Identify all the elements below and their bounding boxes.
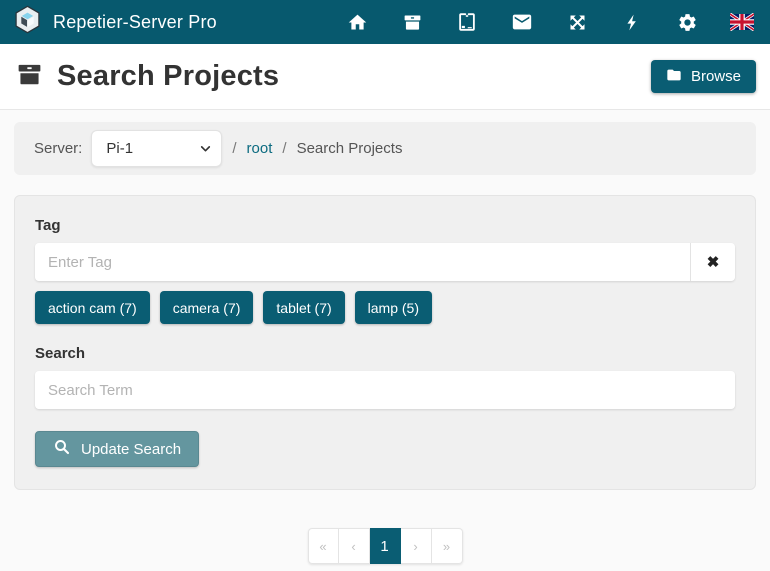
tag-button[interactable]: camera (7) <box>160 291 254 324</box>
archive-icon[interactable] <box>400 10 424 34</box>
mail-icon[interactable] <box>510 10 534 34</box>
app-logo <box>12 4 43 40</box>
pagination-page-1[interactable]: 1 <box>370 528 401 564</box>
top-navbar: Repetier-Server Pro <box>0 0 770 44</box>
browse-button-label: Browse <box>691 68 741 85</box>
clear-tag-button[interactable]: ✖ <box>690 243 735 281</box>
app-brand[interactable]: Repetier-Server Pro <box>12 4 217 40</box>
tag-input[interactable] <box>35 243 690 281</box>
pagination-prev[interactable]: ‹ <box>339 528 370 564</box>
language-flag-icon[interactable] <box>730 10 754 34</box>
tag-input-group: ✖ <box>35 243 735 281</box>
navbar-icons <box>345 10 754 34</box>
server-select[interactable]: Pi-1 <box>91 130 222 167</box>
pagination-last[interactable]: » <box>432 528 463 564</box>
home-icon[interactable] <box>345 10 369 34</box>
search-input[interactable] <box>35 371 735 409</box>
update-search-button[interactable]: Update Search <box>35 431 199 467</box>
breadcrumb-current: Search Projects <box>297 140 403 157</box>
tag-suggestions: action cam (7) camera (7) tablet (7) lam… <box>35 291 735 324</box>
browse-button[interactable]: Browse <box>651 60 756 93</box>
app-title: Repetier-Server Pro <box>53 12 217 33</box>
page-header: Search Projects Browse <box>0 44 770 110</box>
archive-icon <box>14 60 45 94</box>
tag-button[interactable]: action cam (7) <box>35 291 150 324</box>
page-title: Search Projects <box>57 60 279 93</box>
pagination-next[interactable]: › <box>401 528 432 564</box>
folder-icon <box>666 67 682 87</box>
search-form-card: Tag ✖ action cam (7) camera (7) tablet (… <box>14 195 756 490</box>
search-input-wrap <box>35 371 735 409</box>
tag-button[interactable]: lamp (5) <box>355 291 432 324</box>
breadcrumb-separator: / <box>232 140 236 157</box>
tag-button[interactable]: tablet (7) <box>263 291 344 324</box>
tag-label: Tag <box>35 217 735 234</box>
server-label: Server: <box>34 140 82 157</box>
gear-icon[interactable] <box>675 10 699 34</box>
pagination: « ‹ 1 › » <box>0 528 770 564</box>
breadcrumb-separator: / <box>282 140 286 157</box>
pagination-first[interactable]: « <box>308 528 339 564</box>
printer-icon[interactable] <box>455 10 479 34</box>
breadcrumb-link-root[interactable]: root <box>247 140 273 157</box>
search-icon <box>53 438 71 460</box>
bolt-icon[interactable] <box>620 10 644 34</box>
expand-arrows-icon[interactable] <box>565 10 589 34</box>
breadcrumb: Server: Pi-1 / root / Search Projects <box>14 122 756 175</box>
update-search-label: Update Search <box>81 441 181 458</box>
search-label: Search <box>35 345 735 362</box>
